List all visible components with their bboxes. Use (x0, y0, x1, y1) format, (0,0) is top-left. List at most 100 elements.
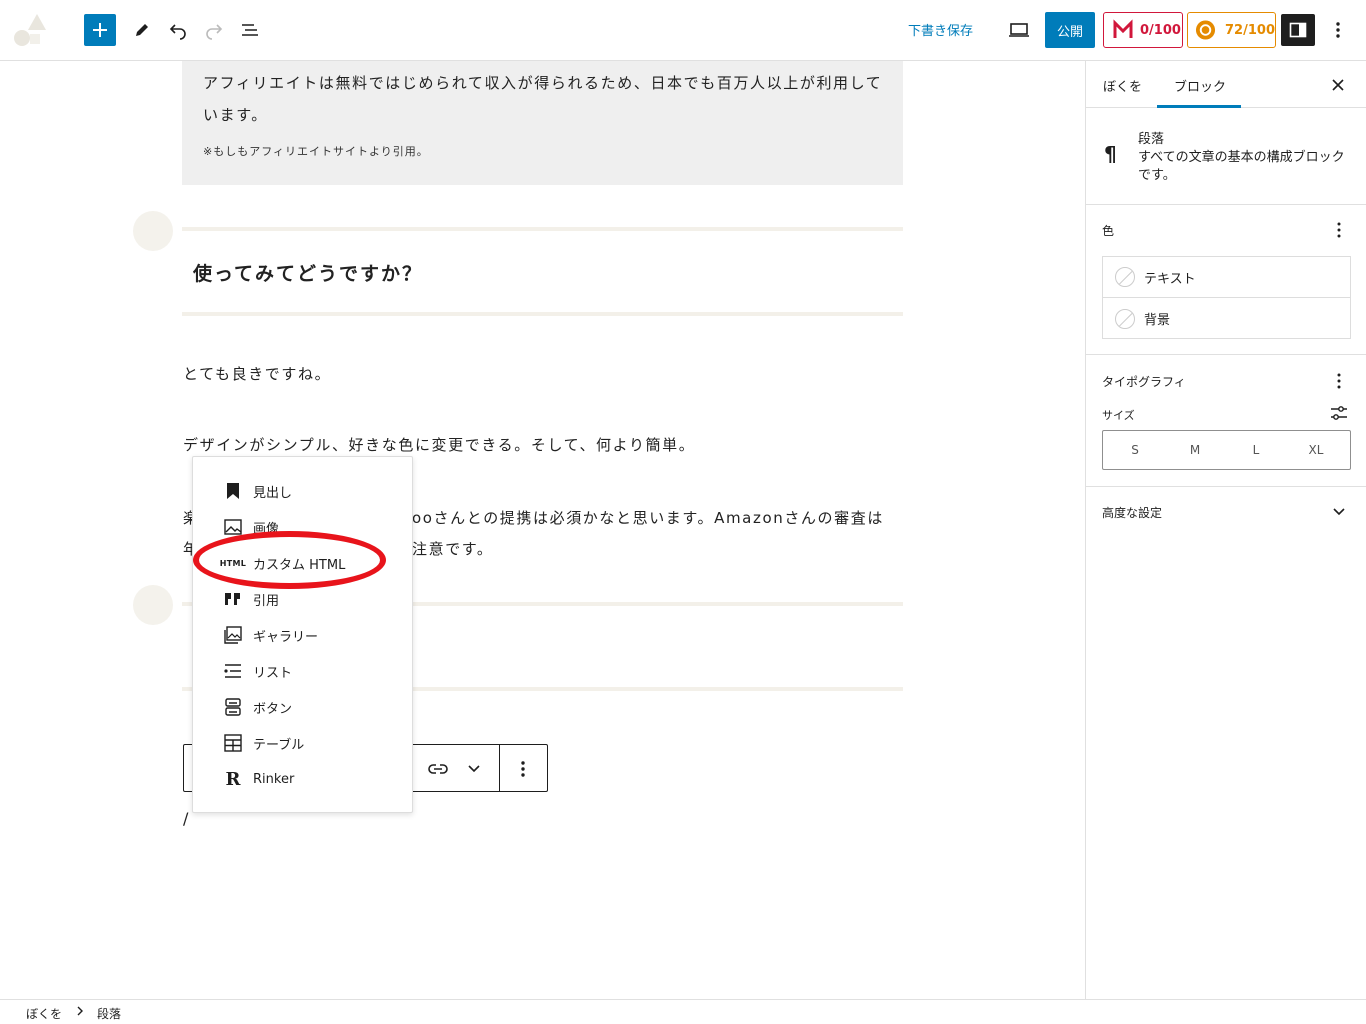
preview-button[interactable] (1007, 18, 1031, 42)
settings-sidebar: ぼくを ブロック ¶ 段落 すべての文章の基本の構成ブロックです。 色 テキスト… (1085, 61, 1366, 999)
quote-block[interactable]: アフィリエイトは無料ではじめられて収入が得られるため、日本でも百万人以上が利用し… (182, 61, 903, 185)
size-option-m[interactable]: M (1175, 443, 1215, 457)
edit-tool-button[interactable] (130, 18, 154, 42)
background-color-label: 背景 (1144, 313, 1171, 328)
document-overview-button[interactable] (238, 18, 262, 42)
add-block-button[interactable] (84, 14, 116, 46)
inserter-item-label: 画像 (253, 521, 280, 537)
table-icon (221, 731, 245, 755)
seo-score-button[interactable]: 0/100 (1103, 12, 1183, 48)
chevron-down-icon (468, 765, 480, 773)
color-settings: テキスト 背景 (1102, 256, 1351, 339)
advanced-panel-title[interactable]: 高度な設定 (1102, 504, 1162, 521)
inserter-item-label: ギャラリー (253, 629, 319, 645)
inserter-item-buttons[interactable]: ボタン (193, 689, 412, 725)
site-logo-icon[interactable] (12, 12, 48, 48)
inserter-item-label: リスト (253, 665, 293, 681)
breadcrumb-current: 段落 (97, 1007, 122, 1021)
heading-block[interactable]: 使ってみてどうですか？ (193, 259, 423, 286)
more-rich-text-button[interactable] (462, 757, 486, 781)
inserter-item-rinker[interactable]: R Rinker (193, 761, 412, 797)
chevron-down-icon (1333, 508, 1345, 516)
undo-icon (169, 24, 186, 40)
inserter-item-label: 見出し (253, 485, 293, 501)
color-panel-title: 色 (1102, 224, 1115, 238)
slash-command-input[interactable]: / (183, 809, 188, 828)
undo-button[interactable] (166, 18, 190, 42)
bookmark-icon (221, 479, 245, 503)
color-options-button[interactable] (1327, 218, 1351, 242)
custom-size-toggle[interactable] (1327, 401, 1351, 425)
plus-icon (93, 23, 107, 37)
text-color-label: テキスト (1144, 271, 1196, 287)
inserter-item-image[interactable]: 画像 (193, 509, 412, 545)
block-breadcrumb: ぼくを 段落 (0, 999, 1366, 1024)
inserter-item-custom-html[interactable]: HTML カスタム HTML (193, 545, 412, 581)
block-card: ¶ 段落 すべての文章の基本の構成ブロックです。 (1086, 108, 1366, 205)
readability-score-button[interactable]: 72/100 (1187, 12, 1276, 48)
panel-separator (1086, 354, 1366, 355)
font-size-picker: S M L XL (1102, 430, 1351, 470)
inserter-item-table[interactable]: テーブル (193, 725, 412, 761)
more-vertical-icon (1337, 373, 1341, 389)
paragraph-block-right[interactable]: 注意です。 (412, 538, 494, 559)
quote-citation[interactable]: ※もしもアフィリエイトサイトより引用。 (203, 143, 883, 159)
background-color-swatch (1115, 308, 1135, 329)
size-option-l[interactable]: L (1236, 443, 1276, 457)
buttons-icon (221, 695, 245, 719)
rinker-icon: R (225, 768, 241, 790)
inserter-item-label: テーブル (253, 737, 305, 753)
inserter-item-label: ボタン (253, 701, 293, 717)
block-description: すべての文章の基本の構成ブロックです。 (1138, 150, 1345, 183)
tab-block[interactable]: ブロック (1174, 76, 1226, 95)
settings-sidebar-toggle[interactable] (1281, 14, 1315, 46)
save-draft-button[interactable]: 下書き保存 (908, 20, 973, 39)
desktop-icon (1009, 23, 1029, 37)
seo-logo-icon (1113, 19, 1133, 38)
editor-header: 下書き保存 公開 0/100 72/100 (0, 0, 1366, 61)
inserter-item-label: カスタム HTML (253, 557, 346, 573)
seo-score-value: 0/100 (1140, 22, 1181, 38)
editor-canvas: アフィリエイトは無料ではじめられて収入が得られるため、日本でも百万人以上が利用し… (0, 61, 1085, 999)
settings-sliders-icon (1331, 406, 1347, 420)
paragraph-block-right[interactable]: ooさんとの提携は必須かなと思います。Amazonさんの審査は (412, 507, 884, 528)
link-button[interactable] (426, 757, 450, 781)
block-inserter-popup: 見出し 画像 HTML カスタム HTML 引用 ギャラリー リスト ボタン テ… (192, 456, 413, 813)
breadcrumb-root[interactable]: ぼくを (26, 1005, 62, 1022)
tab-post[interactable]: ぼくを (1103, 76, 1142, 95)
inserter-item-quote[interactable]: 引用 (193, 581, 412, 617)
background-color-option[interactable]: 背景 (1103, 298, 1350, 339)
advanced-expand-button[interactable] (1327, 500, 1351, 524)
paragraph-block[interactable]: デザインがシンプル、好きな色に変更できる。そして、何より簡単。 (183, 434, 695, 455)
readability-gauge-icon (1195, 20, 1216, 40)
inserter-item-list[interactable]: リスト (193, 653, 412, 689)
inserter-item-gallery[interactable]: ギャラリー (193, 617, 412, 653)
close-icon (1332, 79, 1344, 91)
block-options-button[interactable] (511, 757, 535, 781)
size-option-xl[interactable]: XL (1296, 443, 1336, 457)
close-sidebar-button[interactable] (1326, 73, 1350, 97)
image-icon (221, 515, 245, 539)
heading-decoration-dot (133, 211, 173, 251)
options-menu-button[interactable] (1326, 18, 1350, 42)
paragraph-block[interactable]: とても良きですね。 (183, 363, 331, 384)
publish-button[interactable]: 公開 (1045, 12, 1095, 48)
heading-top-border (182, 227, 903, 231)
typography-panel-title: タイポグラフィ (1102, 375, 1186, 389)
quote-text[interactable]: アフィリエイトは無料ではじめられて収入が得られるため、日本でも百万人以上が利用し… (203, 67, 883, 131)
list-view-icon (242, 24, 258, 36)
redo-button[interactable] (202, 18, 226, 42)
inserter-item-label: 引用 (253, 593, 280, 609)
more-vertical-icon (1336, 22, 1340, 38)
quote-icon (221, 587, 245, 611)
text-color-option[interactable]: テキスト (1103, 257, 1350, 298)
inserter-item-label: Rinker (253, 771, 295, 787)
size-option-s[interactable]: S (1115, 443, 1155, 457)
typography-options-button[interactable] (1327, 369, 1351, 393)
more-vertical-icon (521, 761, 525, 777)
inserter-item-heading[interactable]: 見出し (193, 473, 412, 509)
panel-separator (1086, 486, 1366, 487)
block-title: 段落 (1138, 132, 1165, 147)
link-icon (428, 764, 448, 774)
breadcrumb-separator-icon (76, 1005, 84, 1019)
